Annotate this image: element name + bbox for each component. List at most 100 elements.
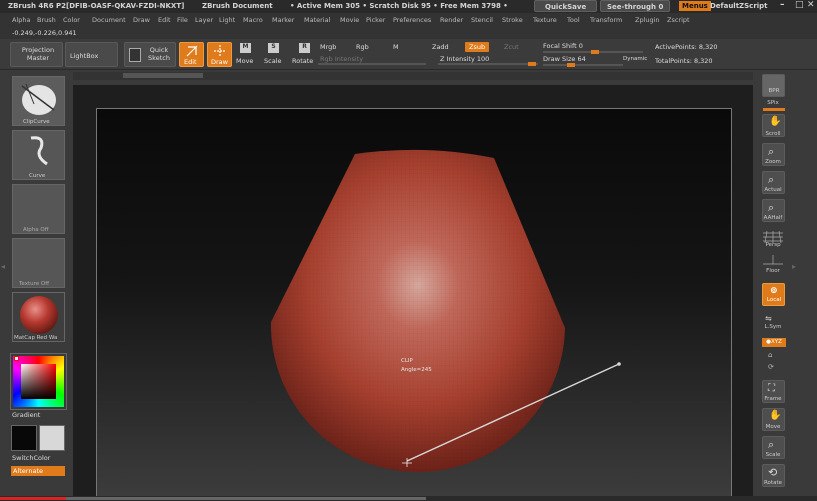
menu-item[interactable]: Texture [533,16,557,24]
menu-item[interactable]: Edit [158,16,171,24]
menu-item[interactable]: Light [219,16,235,24]
focal-shift-slider[interactable]: Focal Shift 0 [543,42,643,54]
focal-shift-handle[interactable] [591,50,599,54]
menu-item[interactable]: Picker [366,16,385,24]
bottom-scroll-track[interactable] [66,497,426,500]
xyz-toggle[interactable]: ●XYZ [762,338,786,347]
rotate-button[interactable]: R Rotate [292,43,316,67]
scale-button[interactable]: S Scale [264,43,284,67]
mesh-viewport [270,149,621,472]
stroke-label: Curve [29,173,46,179]
rotate-y-icon[interactable]: ⌂ [768,351,772,359]
move-icon: M [240,43,251,53]
draw-size-label: Draw Size 64 [543,55,586,63]
left-shelf: ClipCurve Curve Alpha Off Texture Off Ma… [0,70,70,496]
menu-item[interactable]: Document [92,16,126,24]
stroke-thumbnail[interactable]: Curve [12,130,65,180]
menu-item[interactable]: Zplugin [635,16,660,24]
brush-thumbnail[interactable]: ClipCurve [12,76,65,126]
projection-master-button[interactable]: Projection Master [10,42,63,67]
menu-item[interactable]: Render [440,16,463,24]
texture-thumbnail[interactable]: Texture Off [12,238,65,288]
clip-curve-end-point[interactable] [617,362,621,366]
menu-item[interactable]: Draw [133,16,150,24]
menu-item[interactable]: Zscript [667,16,690,24]
floor-grid-icon [763,255,783,265]
alternate-toggle[interactable]: Alternate [11,466,65,476]
menu-item[interactable]: Material [304,16,330,24]
spix-slider[interactable]: SPix [758,100,788,106]
z-intensity-handle[interactable] [528,62,536,66]
document-canvas[interactable]: CLIP Angle=245 [96,108,732,496]
menu-item[interactable]: Stroke [502,16,523,24]
dynamic-toggle[interactable]: Dynamic [623,56,647,62]
gradient-toggle[interactable]: Gradient [12,411,40,419]
spix-handle[interactable] [763,108,785,111]
menu-item[interactable]: Brush [37,16,56,24]
draw-button[interactable]: Draw [207,42,232,67]
memory-status: • Active Mem 305 • Scratch Disk 95 • Fre… [290,2,508,10]
menus-toggle[interactable]: Menus [679,1,711,11]
right-tray-arrow-icon[interactable]: ▸ [792,262,796,271]
progress-indicator [0,497,66,500]
saturation-square[interactable] [21,364,56,399]
rotate-z-icon[interactable]: ⟳ [768,363,774,371]
move-button[interactable]: M Move [236,43,256,67]
default-zscript[interactable]: DefaultZScript [710,2,768,10]
persp-button[interactable] [762,229,785,252]
lightbox-button[interactable]: LightBox [65,42,118,67]
quick-sketch-button[interactable]: Quick Sketch [124,42,176,67]
zsub-button[interactable]: Zsub [465,42,490,52]
menu-item[interactable]: Stencil [471,16,493,24]
left-tray-arrow-icon[interactable]: ◂ [1,262,5,271]
edit-label: Edit [184,58,197,66]
menu-item[interactable]: Tool [567,16,580,24]
menu-item[interactable]: Movie [340,16,359,24]
material-thumbnail[interactable]: MatCap Red Wa [12,292,65,342]
see-through-slider[interactable]: See-through 0 [600,0,671,12]
secondary-color-swatch[interactable] [39,425,65,451]
color-picker[interactable] [10,353,67,410]
color-picker-marker[interactable] [14,356,19,361]
rgb-button[interactable]: Rgb [356,43,369,51]
texture-label: Texture Off [19,281,50,287]
lsym-button[interactable]: L.Sym [758,324,788,330]
menu-item[interactable]: Color [63,16,80,24]
quicksave-button[interactable]: QuickSave [534,0,598,12]
zcut-button[interactable]: Zcut [504,43,519,51]
sketch-icon [129,48,141,62]
zadd-button[interactable]: Zadd [432,43,449,51]
menu-item[interactable]: Alpha [12,16,30,24]
move-label: Move [236,57,254,65]
draw-size-slider[interactable]: Draw Size 64 [543,55,623,67]
main-color-swatch[interactable] [11,425,37,451]
alpha-thumbnail[interactable]: Alpha Off [12,184,65,234]
maximize-icon[interactable]: □ [795,0,804,10]
menu-item[interactable]: File [177,16,188,24]
draw-label: Draw [211,58,228,66]
menu-item[interactable]: Macro [243,16,263,24]
rgb-intensity-slider[interactable]: Rgb Intensity [318,55,426,65]
rotate-view-label: Rotate [763,480,782,486]
z-intensity-slider[interactable]: Z Intensity 100 [438,55,538,66]
local-button[interactable]: ⊚ Local [762,283,785,306]
minimize-icon[interactable]: – [780,0,785,10]
total-points: TotalPoints: 8,320 [655,57,713,65]
menu-item[interactable]: Marker [272,16,294,24]
menu-item[interactable]: Transform [590,16,622,24]
material-label: MatCap Red Wa [14,335,58,341]
edit-button[interactable]: Edit [179,42,204,67]
menu-item[interactable]: Preferences [393,16,431,24]
draw-size-handle[interactable] [567,63,575,67]
clipcurve-brush-icon [21,83,56,115]
app-title: ZBrush 4R6 P2[DFIB-OASF-QKAV-FZDI-NKXT] [8,2,185,10]
draw-size-track [543,64,623,66]
menu-item[interactable]: Layer [195,16,213,24]
scrubber-handle[interactable] [123,73,203,78]
switch-color-button[interactable]: SwitchColor [12,454,50,462]
close-icon[interactable]: ✕ [807,0,815,10]
bpr-button[interactable]: BPR [762,74,785,97]
bottom-bar [0,496,817,501]
m-button[interactable]: M [393,43,399,51]
mrgb-button[interactable]: Mrgb [320,43,336,51]
